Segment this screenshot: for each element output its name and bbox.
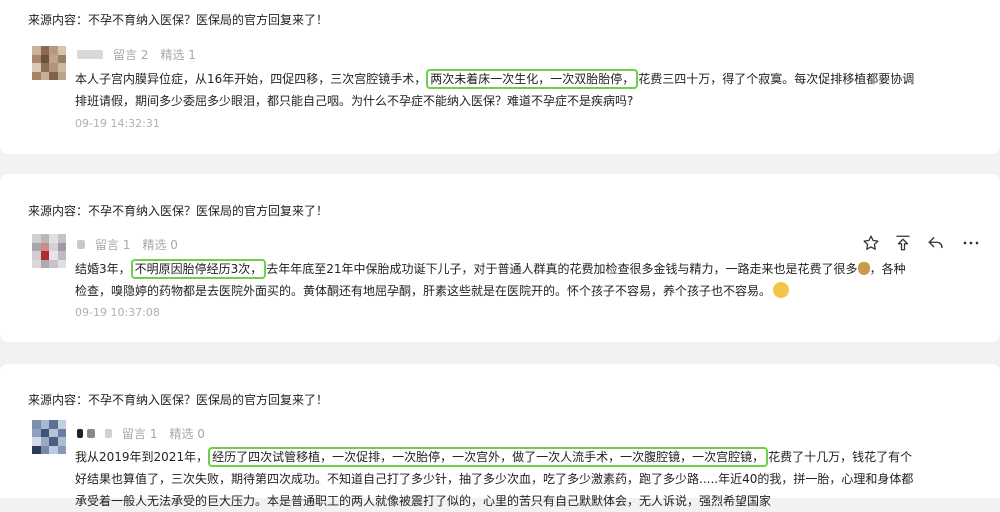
username-blurred	[105, 429, 112, 438]
timestamp: 09-19 10:37:08	[75, 306, 160, 319]
avatar	[32, 46, 66, 80]
featured-count: 精选 1	[160, 48, 196, 62]
content-text: 去年年底至21年中保胎成功诞下儿子，对于普通人群真的花费加检查很多金钱与精力，一…	[266, 262, 858, 276]
highlighted-text: 两次未着床一次生化，一次双胎胎停，	[426, 69, 639, 89]
reply-count: 留言 1	[95, 238, 131, 252]
comment-card: 来源内容：不孕不育纳入医保？医保局的官方回复来了！ 留言 2 精选 1 本人子宫…	[0, 0, 1000, 154]
comment-content: 本人子宫内膜异位症，从16年开始，四促四移，三次宫腔镜手术， 两次未着床一次生化，…	[75, 68, 920, 112]
reply-icon[interactable]	[926, 234, 946, 252]
username-blurred	[77, 50, 103, 59]
highlighted-text: 不明原因胎停经历3次，	[130, 259, 267, 279]
money-bag-emoji	[857, 262, 870, 275]
username-blurred	[87, 429, 95, 438]
username-blurred	[77, 429, 83, 438]
reply-count: 留言 1	[122, 427, 158, 441]
avatar	[32, 420, 66, 454]
reply-count: 留言 2	[113, 48, 149, 62]
timestamp: 09-19 14:32:31	[75, 117, 160, 130]
comment-meta: 留言 1 精选 0	[77, 425, 205, 442]
featured-count: 精选 0	[169, 427, 205, 441]
source-text: 来源内容：不孕不育纳入医保？医保局的官方回复来了！	[28, 393, 329, 407]
comment-card: 来源内容：不孕不育纳入医保？医保局的官方回复来了！ 留言 1 精选 0 结婚3年…	[0, 174, 1000, 342]
comment-meta: 留言 2 精选 1	[77, 46, 196, 63]
comment-actions	[862, 234, 982, 252]
star-icon[interactable]	[862, 234, 880, 252]
content-text: 本人子宫内膜异位症，从16年开始，四促四移，三次宫腔镜手术，	[75, 72, 427, 86]
source-text: 来源内容：不孕不育纳入医保？医保局的官方回复来了！	[28, 204, 329, 218]
comment-content: 我从2019年到2021年， 经历了四次试管移植，一次促排，一次胎停，一次宫外，做…	[75, 446, 915, 512]
source-text: 来源内容：不孕不育纳入医保？医保局的官方回复来了！	[28, 13, 329, 27]
comment-content: 结婚3年， 不明原因胎停经历3次， 去年年底至21年中保胎成功诞下儿子，对于普通人群…	[75, 258, 915, 302]
avatar	[32, 234, 66, 268]
content-text: 我从2019年到2021年，	[75, 450, 209, 464]
pin-top-icon[interactable]	[894, 234, 912, 252]
comment-card: 来源内容：不孕不育纳入医保？医保局的官方回复来了！ 留言 1 精选 0 我从20…	[0, 364, 1000, 508]
sad-face-emoji	[773, 282, 790, 298]
username-blurred	[77, 240, 85, 249]
content-text: 结婚3年，	[75, 262, 131, 276]
featured-count: 精选 0	[142, 238, 178, 252]
more-icon[interactable]	[960, 234, 982, 252]
comment-meta: 留言 1 精选 0	[77, 236, 178, 253]
highlighted-text: 经历了四次试管移植，一次促排，一次胎停，一次宫外，做了一次人流手术，一次腹腔镜，…	[208, 447, 769, 467]
